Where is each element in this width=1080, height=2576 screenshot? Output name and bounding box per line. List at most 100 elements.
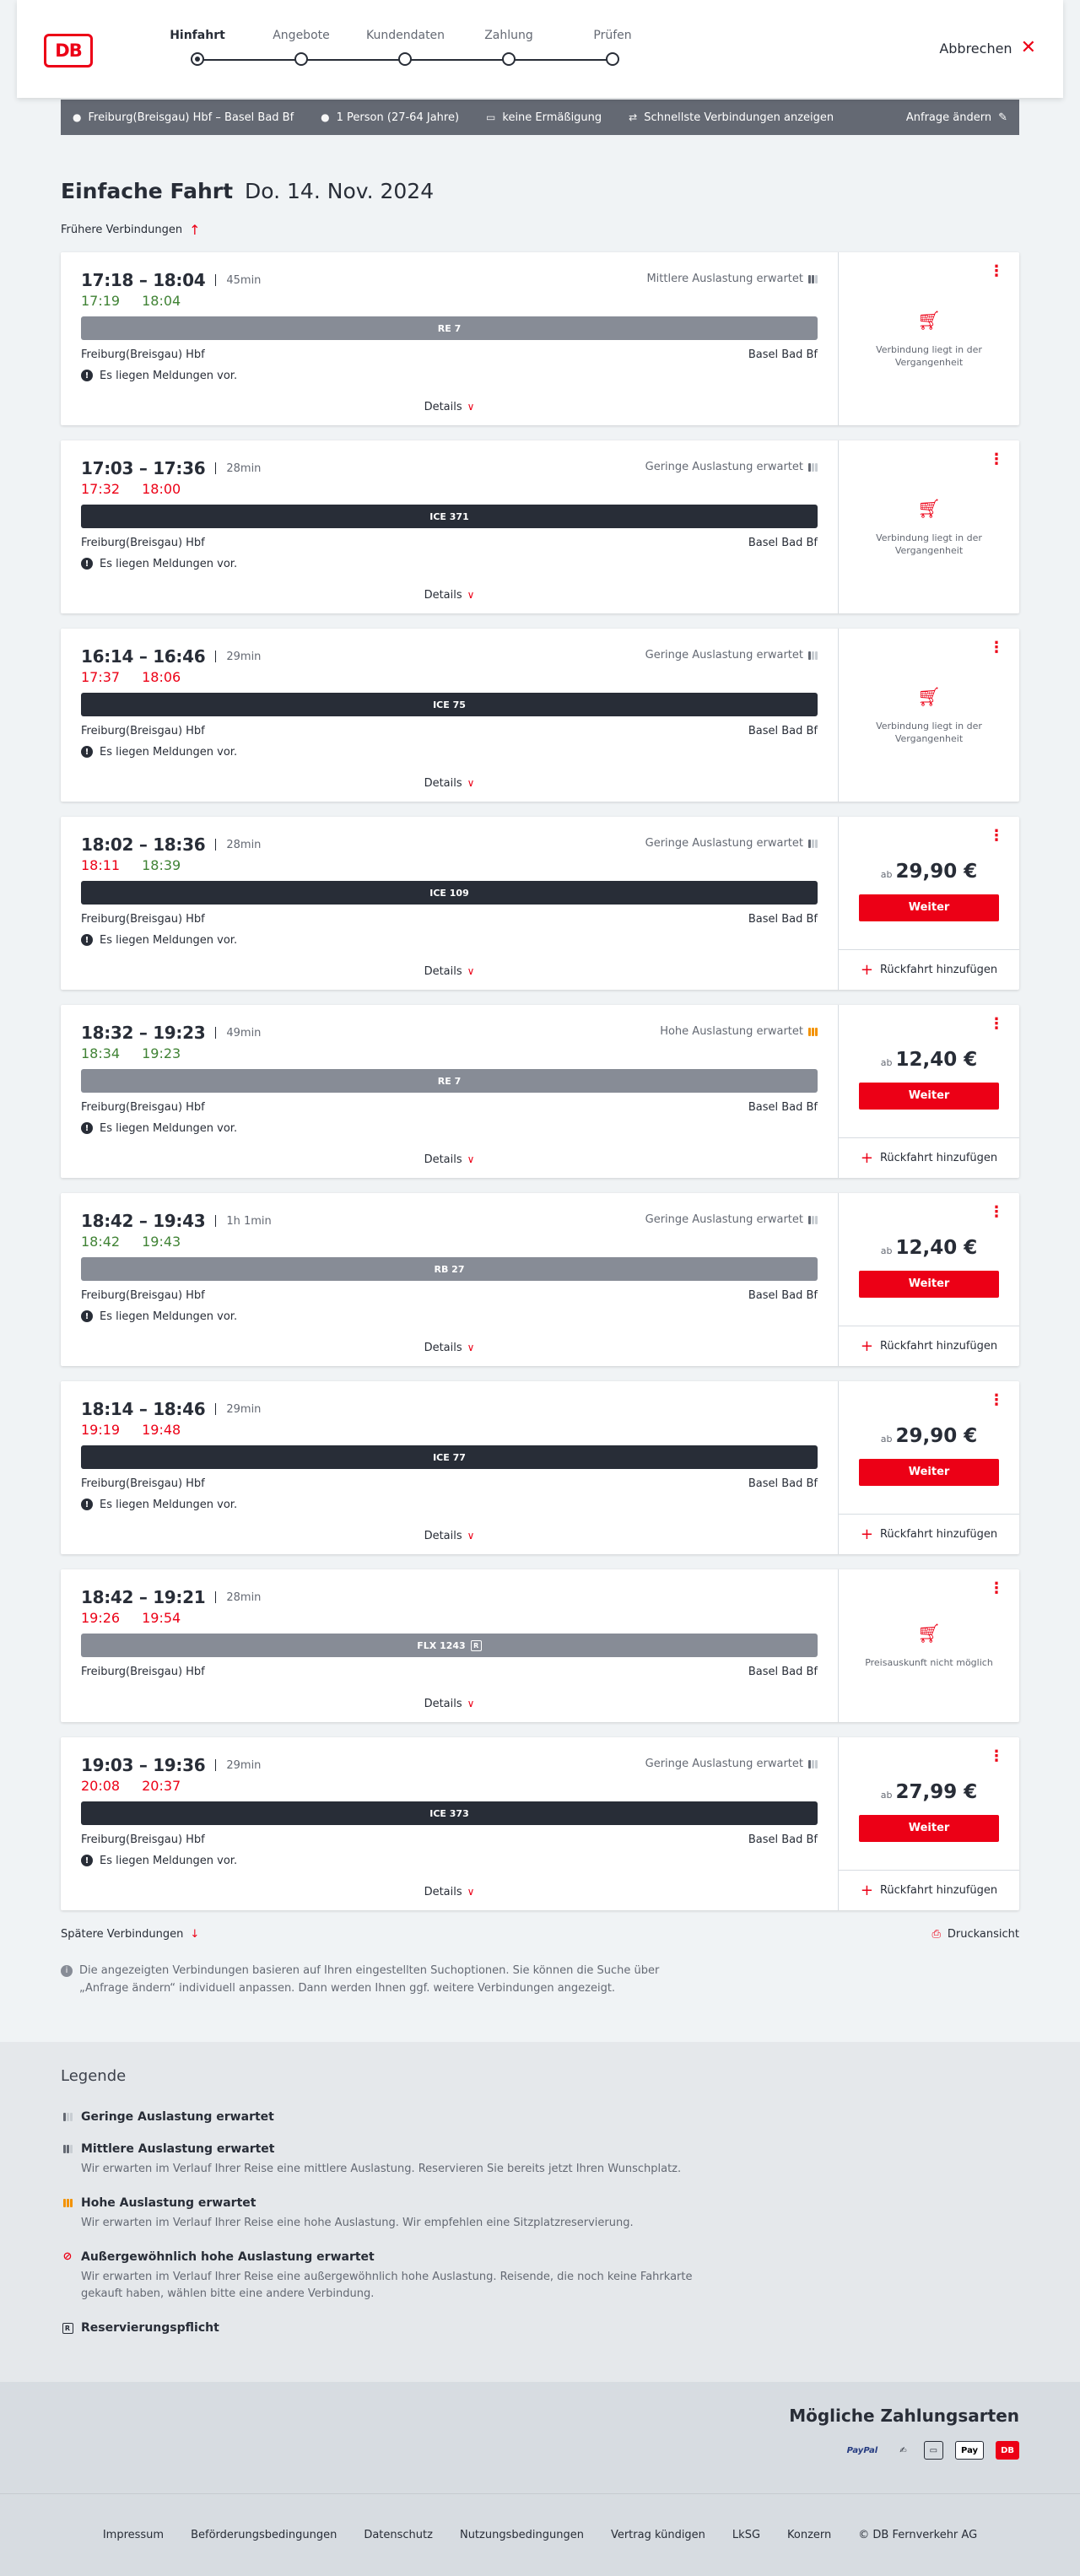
later-connections-link[interactable]: Spätere Verbindungen ↓ [61,1925,199,1942]
load-level-icon [808,462,818,472]
arrival-station: Basel Bad Bf [748,1833,818,1846]
footer-link-impressum[interactable]: Impressum [103,2529,164,2541]
print-view-link[interactable]: ⎙ Druckansicht [932,1925,1019,1942]
stations: Freiburg(Breisgau) Hbf Basel Bad Bf [81,1666,818,1679]
more-options-icon[interactable]: ⋮ [989,1749,1004,1764]
departure-station: Freiburg(Breisgau) Hbf [81,1289,205,1302]
train-bar[interactable]: RB 27 [81,1257,818,1281]
add-return-label: Rückfahrt hinzufügen [879,1528,998,1541]
stations: Freiburg(Breisgau) Hbf Basel Bad Bf [81,913,818,926]
add-return-trip-button[interactable]: + Rückfahrt hinzufügen [839,949,1019,990]
more-options-icon[interactable]: ⋮ [989,452,1004,467]
price-prefix: ab [880,1433,893,1445]
swap-icon: ⇄ [629,111,638,123]
change-request-button[interactable]: Anfrage ändern ✎ [906,111,1007,124]
train-bar[interactable]: ICE 75 [81,693,818,716]
chevron-down-icon: ∨ [467,777,475,789]
train-bar[interactable]: RE 7 [81,316,818,340]
footer-link-befoerderungsbedingungen[interactable]: Beförderungsbedingungen [191,2529,337,2541]
details-toggle[interactable]: Details ∨ [81,579,818,613]
change-request-label: Anfrage ändern [905,111,992,124]
footer-copyright[interactable]: © DB Fernverkehr AG [858,2529,977,2541]
pencil-icon: ✎ [998,111,1007,124]
footer-link-lksg[interactable]: LkSG [732,2529,760,2541]
offer-panel: ⋮ 🛒︎ Verbindung liegt in der Vergangenheit [839,252,1019,425]
more-options-icon[interactable]: ⋮ [989,1581,1004,1596]
train-bar[interactable]: RE 7 [81,1069,818,1093]
train-bar[interactable]: ICE 371 [81,505,818,528]
train-bar[interactable]: ICE 373 [81,1801,818,1825]
duration: 28min [226,838,262,851]
details-toggle[interactable]: Details ∨ [81,1520,818,1554]
db-pay-icon: DB [996,2441,1019,2460]
continue-button[interactable]: Weiter [859,1082,999,1110]
db-logo[interactable]: DB [44,34,93,68]
legend: Legende Geringe Auslastung erwartet Mitt… [61,2067,1019,2336]
continue-button[interactable]: Weiter [859,1458,999,1486]
credit-card-icon: ▭ [923,2441,944,2460]
details-toggle[interactable]: Details ∨ [81,955,818,990]
message-notice: ! Es liegen Meldungen vor. [81,1498,818,1511]
route-summary: ● Freiburg(Breisgau) Hbf – Basel Bad Bf [73,111,294,124]
alert-icon: ! [81,934,93,946]
add-return-trip-button[interactable]: + Rückfahrt hinzufügen [839,1137,1019,1178]
details-toggle[interactable]: Details ∨ [81,1143,818,1178]
footer-link-datenschutz[interactable]: Datenschutz [364,2529,433,2541]
realtime-departure: 17:32 [81,481,121,497]
step-angebote: Angebote [262,29,340,66]
details-toggle[interactable]: Details ∨ [81,767,818,802]
price: ab 29,90 € [881,861,978,883]
price-prefix: ab [880,1056,893,1068]
more-options-icon[interactable]: ⋮ [989,1205,1004,1220]
cancel-button[interactable]: Abbrechen ✕ [939,39,1036,57]
discount-summary: ▭ keine Ermäßigung [486,111,602,124]
unavailable-text: Preisauskunft nicht möglich [865,1657,993,1669]
arrival-station: Basel Bad Bf [748,1477,818,1490]
continue-button[interactable]: Weiter [859,894,999,921]
high-load-icon [61,2198,74,2207]
more-options-icon[interactable]: ⋮ [989,829,1004,844]
apple-pay-icon: Pay [955,2441,985,2460]
add-return-trip-button[interactable]: + Rückfahrt hinzufügen [839,1326,1019,1366]
duration: 45min [226,273,262,287]
train-bar[interactable]: ICE 109 [81,881,818,905]
details-toggle[interactable]: Details ∨ [81,1688,818,1722]
cart-icon: 🛒︎ [917,686,941,708]
details-label: Details [424,1698,462,1710]
add-return-trip-button[interactable]: + Rückfahrt hinzufügen [839,1870,1019,1910]
realtime-times: 17:32 18:00 [81,481,818,498]
search-info-note: i Die angezeigten Verbindungen basieren … [61,1963,702,1998]
trip-type: Einfache Fahrt [61,179,234,203]
price: ab 12,40 € [881,1237,978,1259]
message-text: Es liegen Meldungen vor. [100,1498,238,1511]
continue-button[interactable]: Weiter [859,1270,999,1298]
details-toggle[interactable]: Details ∨ [81,1876,818,1910]
arrival-station: Basel Bad Bf [748,725,818,737]
more-options-icon[interactable]: ⋮ [989,1017,1004,1032]
earlier-connections-link[interactable]: Frühere Verbindungen ↑ [61,222,1019,238]
legend-item-desc: Wir erwarten im Verlauf Ihrer Reise eine… [81,2216,634,2229]
details-toggle[interactable]: Details ∨ [81,391,818,425]
search-summary-bar: ● Freiburg(Breisgau) Hbf – Basel Bad Bf ●… [61,100,1019,135]
more-options-icon[interactable]: ⋮ [989,264,1004,279]
offer-panel: ⋮ ab 27,99 € Weiter + Rückfahrt hinzufügen [839,1737,1019,1910]
footer-link-vertrag-kuendigen[interactable]: Vertrag kündigen [611,2529,705,2541]
details-toggle[interactable]: Details ∨ [81,1331,818,1366]
more-options-icon[interactable]: ⋮ [989,1393,1004,1408]
add-return-trip-button[interactable]: + Rückfahrt hinzufügen [839,1514,1019,1554]
realtime-arrival: 19:48 [142,1422,181,1438]
step-pruefen: Prüfen [574,29,651,66]
train-bar[interactable]: ICE 77 [81,1445,818,1469]
footer-link-konzern[interactable]: Konzern [787,2529,831,2541]
add-return-label: Rückfahrt hinzufügen [879,1340,998,1353]
fastest-toggle[interactable]: ⇄ Schnellste Verbindungen anzeigen [629,111,834,124]
continue-button[interactable]: Weiter [859,1814,999,1842]
train-bar[interactable]: FLX 1243 R [81,1634,818,1657]
realtime-arrival: 18:39 [142,857,181,873]
offer-panel: ⋮ 🛒︎ Verbindung liegt in der Vergangenheit [839,629,1019,802]
more-options-icon[interactable]: ⋮ [989,640,1004,656]
footer-link-nutzungsbedingungen[interactable]: Nutzungsbedingungen [460,2529,584,2541]
arrival-station: Basel Bad Bf [748,1289,818,1302]
discount-text: keine Ermäßigung [502,111,602,124]
payment-icons: PayPal ✍ ▭ Pay DB [61,2441,1019,2460]
